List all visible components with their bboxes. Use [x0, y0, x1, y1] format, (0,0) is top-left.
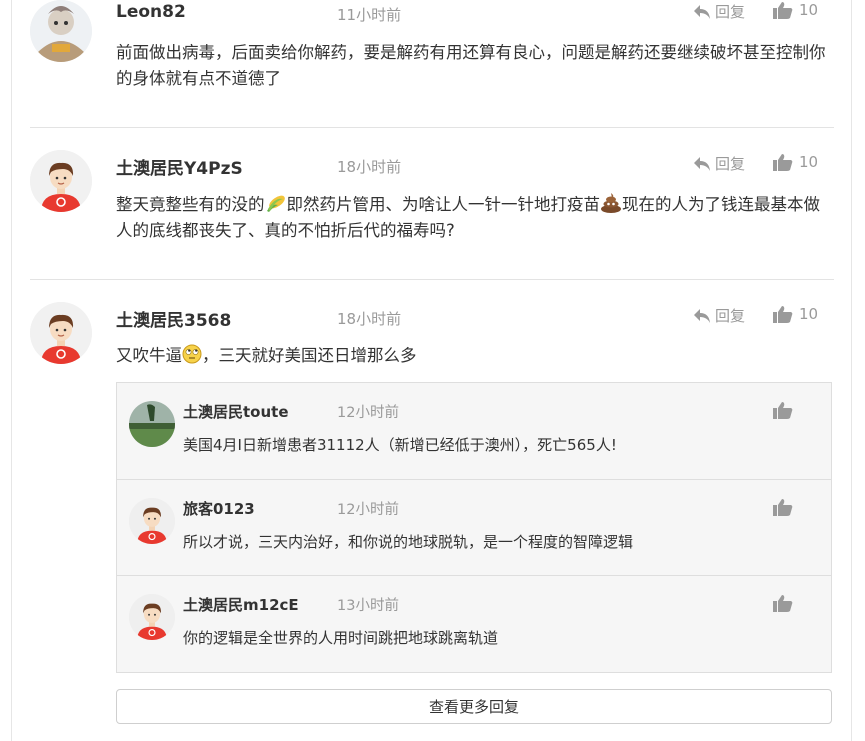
reply-arrow-icon: [694, 4, 710, 19]
divider: [30, 127, 834, 128]
thumbs-up-icon: [773, 154, 793, 171]
divider: [30, 279, 834, 280]
comment-username[interactable]: 土澳居民Y4PzS: [116, 154, 243, 179]
reply-item: 土澳居民m12cE 13小时前 你的逻辑是全世界的人用时间跳把地球跳离轨道: [117, 575, 831, 672]
corn-emoji: [266, 195, 285, 212]
like-button[interactable]: 10: [773, 1, 818, 19]
comment-text: 前面做出病毒，后面卖给你解药，要是解药有用还算有良心，问题是解药还要继续破坏甚至…: [116, 43, 826, 88]
comment-username[interactable]: Leon82: [116, 2, 186, 22]
right-border: [851, 0, 852, 741]
like-count: 10: [799, 305, 819, 323]
like-button[interactable]: 10: [773, 153, 818, 171]
reply-button[interactable]: 回复: [693, 305, 745, 326]
reply-thread: 土澳居民toute 12小时前 美国4月I日新增患者31112人（新增已经低于澳…: [116, 382, 832, 673]
like-button[interactable]: [773, 594, 793, 616]
comment-text-part: 又吹牛逼: [116, 346, 182, 365]
comment-text-part: ，三天就好美国还日增那么多: [202, 346, 417, 365]
comment-username[interactable]: 土澳居民3568: [116, 306, 231, 331]
comment-text: 整天竟整些有的没的 即然药片管用、为啥让人一针一针地打疫苗 现在的人为了钱连最基本做…: [116, 192, 836, 244]
reply-text: 所以才说，三天内治好，和你说的地球脱轨，是一个程度的智障逻辑: [183, 533, 634, 551]
rolling-eyes-emoji: [182, 344, 202, 364]
like-count: 10: [799, 153, 819, 171]
comment-time: 11小时前: [337, 6, 402, 24]
avatar[interactable]: [129, 401, 175, 447]
reply-label: 回复: [715, 3, 746, 21]
like-button[interactable]: [773, 498, 793, 520]
avatar[interactable]: [30, 0, 92, 62]
thumbs-up-icon: [773, 595, 793, 612]
comment-time: 18小时前: [337, 158, 402, 176]
reply-time: 12小时前: [337, 502, 399, 518]
like-button[interactable]: [773, 401, 793, 423]
like-button[interactable]: 10: [773, 305, 818, 323]
thumbs-up-icon: [773, 2, 793, 19]
reply-arrow-icon: [694, 156, 710, 171]
avatar[interactable]: [30, 302, 92, 364]
reply-item: 旅客0123 12小时前 所以才说，三天内治好，和你说的地球脱轨，是一个程度的智…: [117, 479, 831, 576]
comment-time: 18小时前: [337, 310, 402, 328]
view-more-replies-button[interactable]: 查看更多回复: [116, 689, 832, 724]
thumbs-up-icon: [773, 499, 793, 516]
reply-label: 回复: [715, 307, 746, 325]
comment-item: 土澳居民Y4PzS 18小时前 回复 10 整天竟整些有的没的 即然药片管用、为啥…: [30, 150, 834, 280]
reply-username[interactable]: 土澳居民m12cE: [183, 594, 299, 615]
reply-label: 回复: [715, 155, 746, 173]
reply-button[interactable]: 回复: [693, 153, 745, 174]
left-border: [11, 0, 12, 741]
thumbs-up-icon: [773, 306, 793, 323]
reply-time: 12小时前: [337, 405, 399, 421]
thumbs-up-icon: [773, 402, 793, 419]
avatar[interactable]: [129, 594, 175, 640]
comment-text: 又吹牛逼 ，三天就好美国还日增那么多: [116, 343, 836, 369]
reply-arrow-icon: [694, 308, 710, 323]
comment-list: Leon82 11小时前 回复 10 前面做出病毒，后面卖给你解药，要是解药有用…: [0, 0, 865, 741]
avatar[interactable]: [30, 150, 92, 212]
reply-time: 13小时前: [337, 598, 399, 614]
poop-emoji: [601, 193, 621, 213]
reply-username[interactable]: 土澳居民toute: [183, 401, 289, 422]
like-count: 10: [799, 1, 819, 19]
comment-text-part: 整天竟整些有的没的: [116, 195, 265, 214]
reply-username[interactable]: 旅客0123: [183, 498, 255, 519]
comment-text-part: 即然药片管用、为啥让人一针一针地打疫苗: [286, 195, 601, 214]
reply-button[interactable]: 回复: [693, 1, 745, 22]
reply-text: 美国4月I日新增患者31112人（新增已经低于澳州），死亡565人!: [183, 436, 617, 454]
comment-item: Leon82 11小时前 回复 10 前面做出病毒，后面卖给你解药，要是解药有用…: [30, 0, 834, 128]
reply-text: 你的逻辑是全世界的人用时间跳把地球跳离轨道: [183, 629, 499, 647]
reply-item: 土澳居民toute 12小时前 美国4月I日新增患者31112人（新增已经低于澳…: [117, 383, 831, 479]
avatar[interactable]: [129, 498, 175, 544]
